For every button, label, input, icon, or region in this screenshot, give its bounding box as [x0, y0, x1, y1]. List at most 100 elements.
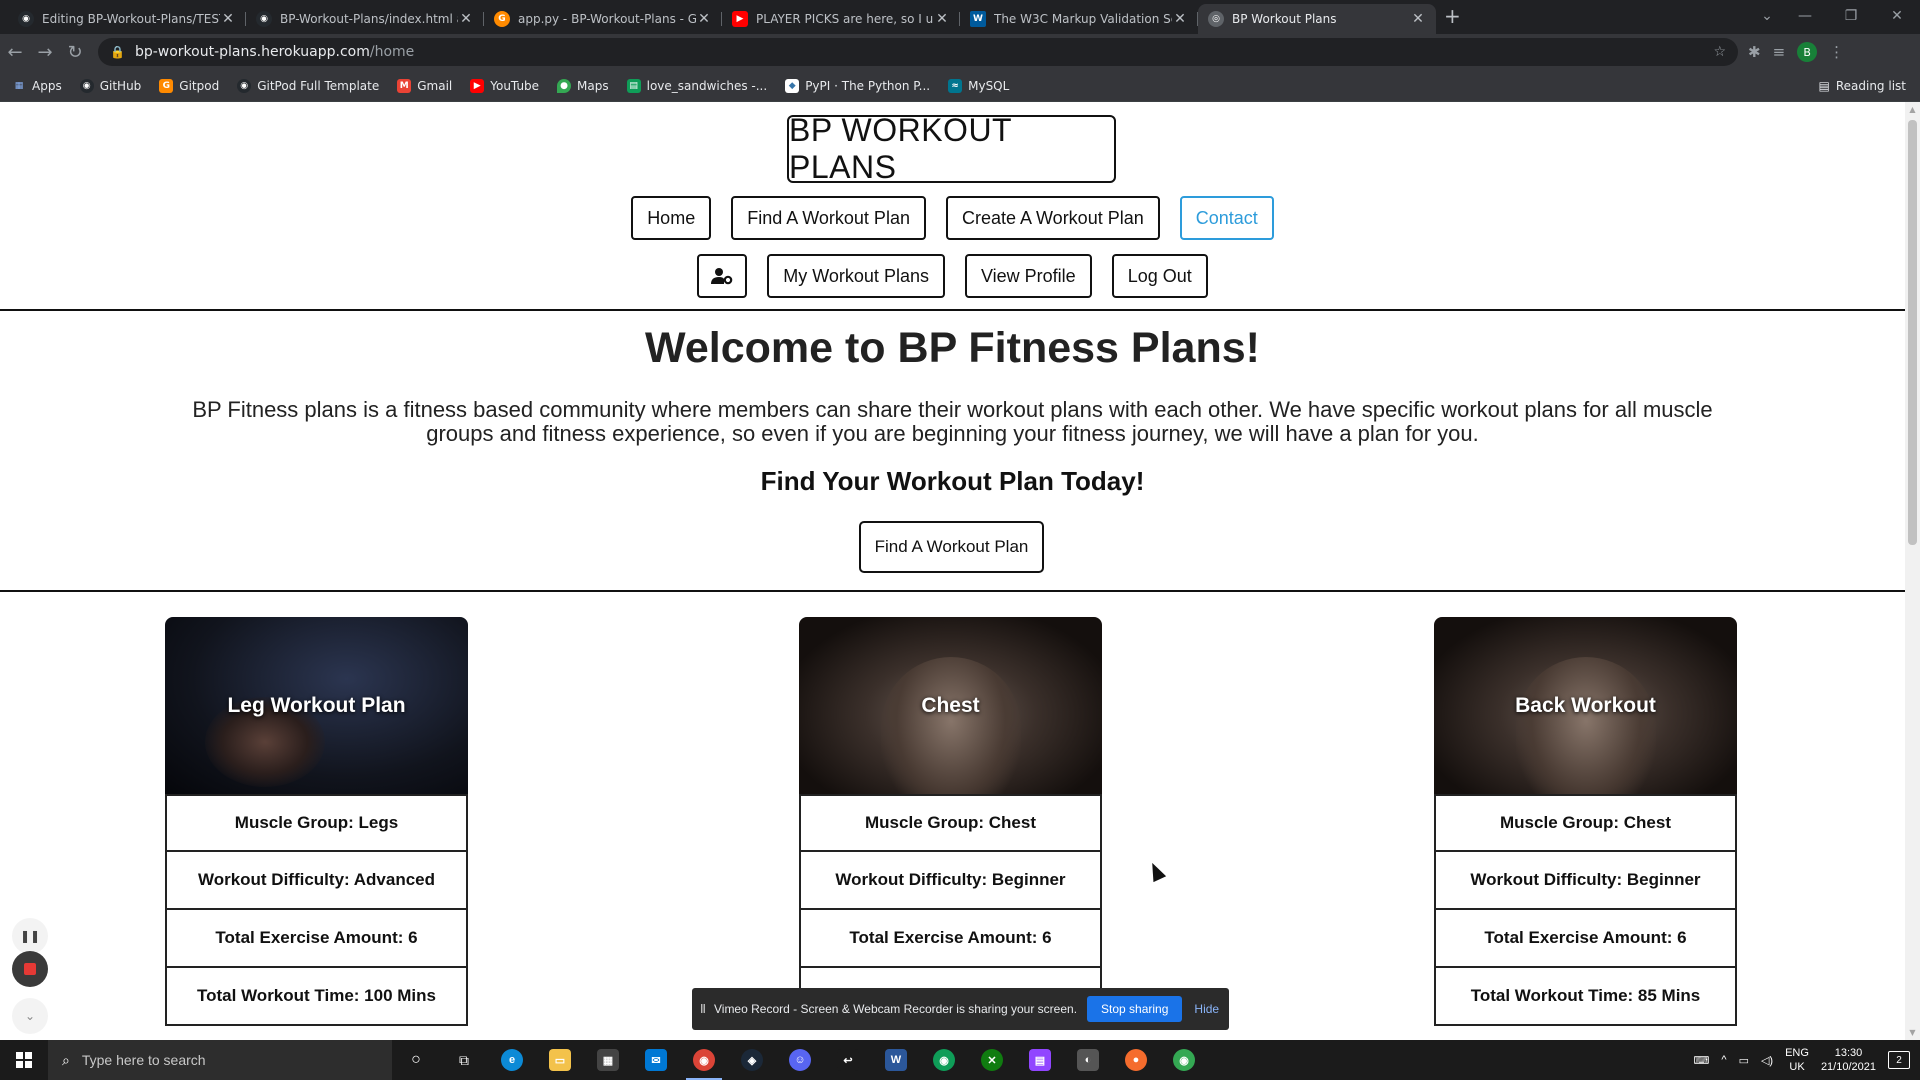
close-tab-icon[interactable]: ✕ [220, 11, 236, 27]
forward-icon[interactable]: → [30, 42, 60, 63]
page-scrollbar[interactable]: ▲ ▼ [1905, 102, 1920, 1040]
steam-icon[interactable]: ◈ [728, 1040, 776, 1080]
globe-icon: ◎ [1208, 11, 1224, 27]
nav-create-plan-button[interactable]: Create A Workout Plan [945, 196, 1160, 240]
bookmark-love-sandwiches[interactable]: ▤ love_sandwiches -... [626, 78, 767, 93]
mysql-icon: ≈ [948, 78, 963, 93]
bookmark-apps[interactable]: ▦ Apps [12, 79, 62, 93]
recorder-stop-button[interactable] [12, 951, 48, 987]
workout-card[interactable]: Chest Muscle Group: Chest Workout Diffic… [799, 617, 1102, 1026]
extensions-icon[interactable]: ✱ [1748, 43, 1761, 61]
card-image[interactable]: Back Workout [1434, 617, 1737, 794]
close-tab-icon[interactable]: ✕ [1172, 11, 1188, 27]
bookmark-label: GitPod Full Template [257, 78, 380, 93]
card-image[interactable]: Leg Workout Plan [165, 617, 468, 794]
close-window-icon[interactable]: ✕ [1874, 8, 1920, 24]
browser-tab[interactable]: W The W3C Markup Validation Serv ✕ [960, 4, 1198, 34]
profile-avatar[interactable]: B [1797, 42, 1818, 62]
word-icon[interactable]: W [872, 1040, 920, 1080]
w3c-icon: W [970, 11, 986, 27]
keyboard-icon[interactable]: ⌨ [1694, 1054, 1710, 1067]
card-muscle-group: Muscle Group: Chest [1434, 794, 1737, 852]
show-hidden-icons-icon[interactable]: ^ [1721, 1054, 1726, 1066]
hide-banner-button[interactable]: Hide [1194, 1002, 1219, 1016]
file-explorer-icon[interactable]: ▭ [536, 1040, 584, 1080]
task-view-icon[interactable]: ⧉ [440, 1040, 488, 1080]
drag-handle-icon[interactable]: ‖ [700, 1002, 706, 1016]
nav-logout-button[interactable]: Log Out [1111, 254, 1208, 298]
close-tab-icon[interactable]: ✕ [696, 11, 712, 27]
scrollbar-thumb[interactable] [1908, 120, 1917, 545]
gitpod-icon: G [494, 11, 510, 27]
menu-icon[interactable]: ⋮ [1829, 43, 1844, 61]
tab-search-icon[interactable]: ⌄ [1752, 8, 1782, 24]
xbox-icon[interactable]: ✕ [968, 1040, 1016, 1080]
find-plan-cta-button[interactable]: Find A Workout Plan [859, 521, 1044, 573]
browser-tab-active[interactable]: ◎ BP Workout Plans ✕ [1198, 4, 1436, 34]
new-tab-icon[interactable]: + [1444, 4, 1461, 28]
user-settings-button[interactable] [697, 254, 748, 298]
taskbar-search[interactable]: ⌕ Type here to search [48, 1040, 392, 1080]
bookmark-star-icon[interactable]: ☆ [1713, 44, 1726, 60]
mail-icon[interactable]: ✉ [632, 1040, 680, 1080]
browser-tab[interactable]: ▶ PLAYER PICKS are here, so I unlo ✕ [722, 4, 960, 34]
workout-card[interactable]: Leg Workout Plan Muscle Group: Legs Work… [165, 617, 468, 1026]
twitch-icon[interactable]: ▤ [1016, 1040, 1064, 1080]
close-tab-icon[interactable]: ✕ [458, 11, 474, 27]
bookmark-github[interactable]: ◉ GitHub [79, 78, 141, 93]
recorder-pause-button[interactable]: ❚❚ [12, 918, 48, 954]
discord-icon[interactable]: ☺ [776, 1040, 824, 1080]
chrome-alt-icon[interactable]: ◉ [1160, 1040, 1208, 1080]
edge-icon[interactable]: e [488, 1040, 536, 1080]
nav-view-profile-button[interactable]: View Profile [964, 254, 1092, 298]
bookmark-gitpod[interactable]: G Gitpod [159, 78, 219, 93]
notifications-icon[interactable]: 2 [1888, 1051, 1910, 1069]
reload-icon[interactable]: ↻ [60, 42, 90, 63]
bookmark-maps[interactable]: ● Maps [557, 78, 609, 93]
taskbar-clock[interactable]: 13:30 21/10/2021 [1821, 1046, 1876, 1074]
origin-icon[interactable]: ● [1112, 1040, 1160, 1080]
user-nav: My Workout Plans View Profile Log Out [0, 254, 1905, 298]
workout-card[interactable]: Back Workout Muscle Group: Chest Workout… [1434, 617, 1737, 1026]
github-icon: ◉ [237, 78, 252, 93]
nav-home-button[interactable]: Home [631, 196, 712, 240]
bookmark-gitpod-template[interactable]: ◉ GitPod Full Template [237, 78, 380, 93]
close-tab-icon[interactable]: ✕ [1410, 11, 1426, 27]
lock-icon[interactable]: 🔒 [110, 45, 125, 59]
slack-back-icon[interactable]: ↩ [824, 1040, 872, 1080]
bookmark-mysql[interactable]: ≈ MySQL [948, 78, 1009, 93]
store-icon[interactable]: ▦ [584, 1040, 632, 1080]
card-image[interactable]: Chest [799, 617, 1102, 794]
recorder-collapse-button[interactable]: ⌄ [12, 998, 48, 1034]
start-button[interactable] [0, 1040, 48, 1080]
chrome-profile-icon[interactable]: ◉ [920, 1040, 968, 1080]
game-controller-icon[interactable]: ◐ [1064, 1040, 1112, 1080]
scroll-up-icon[interactable]: ▲ [1905, 102, 1920, 117]
nav-contact-button[interactable]: Contact [1179, 196, 1274, 240]
cortana-icon[interactable]: ○ [392, 1040, 440, 1080]
stop-sharing-button[interactable]: Stop sharing [1087, 996, 1183, 1022]
bookmark-gmail[interactable]: M Gmail [397, 78, 452, 93]
browser-tab[interactable]: ◉ BP-Workout-Plans/index.html at ✕ [246, 4, 484, 34]
bookmark-pypi[interactable]: ◆ PyPI · The Python P... [785, 78, 930, 93]
media-queue-icon[interactable]: ≡ [1773, 43, 1786, 61]
nav-my-plans-button[interactable]: My Workout Plans [767, 254, 945, 298]
nav-find-plan-button[interactable]: Find A Workout Plan [731, 196, 926, 240]
reading-list[interactable]: ▤ Reading list [1819, 79, 1907, 93]
language-code: ENG [1785, 1047, 1809, 1059]
site-brand[interactable]: BP WORKOUT PLANS [787, 112, 1116, 185]
volume-icon[interactable]: ◁) [1761, 1054, 1773, 1067]
browser-tab[interactable]: ◉ Editing BP-Workout-Plans/TESTI ✕ [8, 4, 246, 34]
chrome-icon[interactable]: ◉ [680, 1040, 728, 1080]
back-icon[interactable]: ← [0, 42, 30, 63]
scroll-down-icon[interactable]: ▼ [1905, 1025, 1920, 1040]
network-icon[interactable]: ▭ [1739, 1054, 1749, 1067]
address-bar[interactable]: 🔒 bp-workout-plans.herokuapp.com /home ☆ [98, 38, 1738, 66]
browser-tab[interactable]: G app.py - BP-Workout-Plans - Git ✕ [484, 4, 722, 34]
close-tab-icon[interactable]: ✕ [934, 11, 950, 27]
bookmark-youtube[interactable]: ▶ YouTube [470, 78, 539, 93]
language-indicator[interactable]: ENG UK [1785, 1046, 1809, 1074]
restore-icon[interactable]: ❐ [1828, 8, 1874, 24]
clock-date: 21/10/2021 [1820, 1061, 1876, 1073]
minimize-icon[interactable]: — [1782, 8, 1828, 24]
